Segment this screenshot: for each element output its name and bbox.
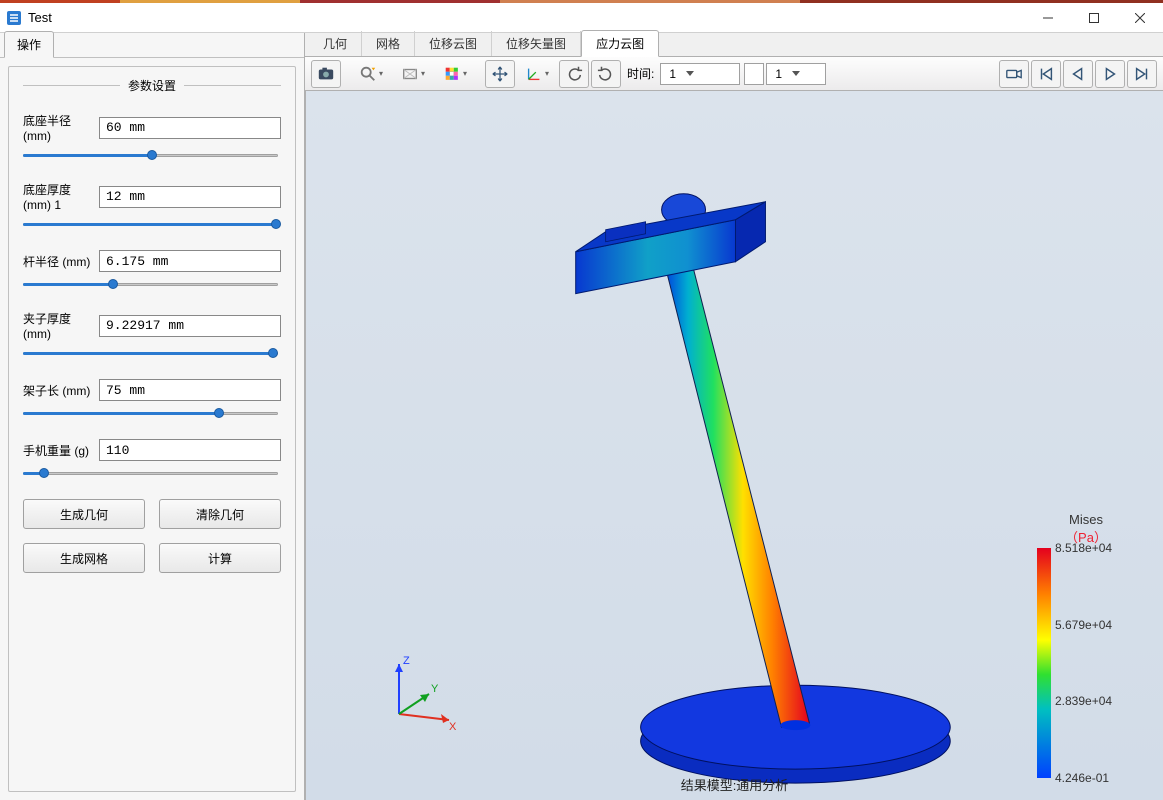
- time-label: 时间:: [627, 65, 654, 82]
- left-tab-row: 操作: [0, 34, 304, 58]
- param-label: 底座半径 (mm): [23, 112, 99, 143]
- svg-text:Z: Z: [403, 655, 410, 667]
- snapshot-button[interactable]: [311, 60, 341, 88]
- close-button[interactable]: [1117, 3, 1163, 32]
- legend-title: Mises: [1069, 512, 1103, 527]
- slider-clip-thickness[interactable]: [23, 347, 281, 361]
- time-frame-select[interactable]: 1: [766, 63, 826, 85]
- right-panel: 几何 网格 位移云图 位移矢量图 应力云图 ▾ ▾: [305, 33, 1163, 800]
- transparency-dropdown[interactable]: ▾: [393, 60, 433, 88]
- param-frame-length: 架子长 (mm): [23, 379, 281, 421]
- param-input-clip-thickness[interactable]: [99, 315, 281, 337]
- param-rod-radius: 杆半径 (mm): [23, 250, 281, 292]
- time-aux-box[interactable]: [744, 63, 764, 85]
- svg-text:X: X: [449, 721, 457, 732]
- zoom-dropdown[interactable]: ▾: [351, 60, 391, 88]
- prev-frame-button[interactable]: [1063, 60, 1093, 88]
- legend-tick: 4.246e-01: [1055, 771, 1109, 785]
- pan-button[interactable]: [485, 60, 515, 88]
- param-label: 手机重量 (g): [23, 442, 99, 459]
- tab-disp-contour[interactable]: 位移云图: [415, 31, 492, 56]
- titlebar: Test: [0, 3, 1163, 33]
- slider-frame-length[interactable]: [23, 407, 281, 421]
- svg-text:Y: Y: [431, 683, 439, 695]
- compute-button[interactable]: 计算: [159, 543, 281, 573]
- legend-ticks: 8.518e+04 5.679e+04 2.839e+04 4.246e-01: [1055, 548, 1135, 778]
- param-input-phone-weight[interactable]: [99, 439, 281, 461]
- clear-geometry-button[interactable]: 清除几何: [159, 499, 281, 529]
- time-select[interactable]: 1: [660, 63, 740, 85]
- slider-base-thickness[interactable]: [23, 218, 281, 232]
- right-tab-row: 几何 网格 位移云图 位移矢量图 应力云图: [305, 33, 1163, 57]
- generate-geometry-button[interactable]: 生成几何: [23, 499, 145, 529]
- colormap-dropdown[interactable]: ▾: [435, 60, 475, 88]
- section-divider: [23, 85, 120, 86]
- rotate-left-button[interactable]: [559, 60, 589, 88]
- param-input-base-thickness[interactable]: [99, 186, 281, 208]
- param-phone-weight: 手机重量 (g): [23, 439, 281, 481]
- param-input-frame-length[interactable]: [99, 379, 281, 401]
- window-top-strip: [0, 0, 1163, 3]
- tab-geometry[interactable]: 几何: [309, 31, 362, 56]
- app-icon: [6, 10, 22, 26]
- rotate-right-button[interactable]: [591, 60, 621, 88]
- generate-mesh-button[interactable]: 生成网格: [23, 543, 145, 573]
- viewport-toolbar: ▾ ▾ ▾ ▾: [305, 57, 1163, 91]
- param-label: 夹子厚度 (mm): [23, 310, 99, 341]
- param-base-thickness: 底座厚度 (mm) 1: [23, 181, 281, 232]
- slider-base-radius[interactable]: [23, 149, 281, 163]
- record-button[interactable]: [999, 60, 1029, 88]
- chevron-down-icon: [792, 71, 800, 76]
- legend-tick: 8.518e+04: [1055, 541, 1112, 555]
- param-clip-thickness: 夹子厚度 (mm): [23, 310, 281, 361]
- legend-tick: 5.679e+04: [1055, 618, 1112, 632]
- param-label: 杆半径 (mm): [23, 253, 99, 270]
- tab-stress-contour[interactable]: 应力云图: [581, 30, 659, 57]
- legend-tick: 2.839e+04: [1055, 694, 1112, 708]
- param-input-rod-radius[interactable]: [99, 250, 281, 272]
- time-frame-value: 1: [775, 67, 782, 81]
- param-label: 架子长 (mm): [23, 382, 99, 399]
- window-title: Test: [28, 10, 1025, 25]
- param-base-radius: 底座半径 (mm): [23, 112, 281, 163]
- minimize-button[interactable]: [1025, 3, 1071, 32]
- legend-colorbar: [1037, 548, 1051, 778]
- first-frame-button[interactable]: [1031, 60, 1061, 88]
- axes-dropdown[interactable]: ▾: [517, 60, 557, 88]
- color-legend: Mises （Pa） 8.518e+04 5.679e+04 2.839e+04…: [1037, 512, 1135, 778]
- section-title: 参数设置: [120, 77, 184, 94]
- tab-disp-vector[interactable]: 位移矢量图: [492, 31, 581, 56]
- slider-phone-weight[interactable]: [23, 467, 281, 481]
- time-select-value: 1: [669, 67, 676, 81]
- last-frame-button[interactable]: [1127, 60, 1157, 88]
- tab-mesh[interactable]: 网格: [362, 31, 415, 56]
- left-panel: 操作 参数设置 底座半径 (mm): [0, 33, 305, 800]
- viewport-3d[interactable]: Z X Y 结果模型:通用分析 Mises （Pa） 8.518e+04 5.6…: [305, 91, 1163, 800]
- orientation-triad: Z X Y: [381, 652, 461, 732]
- section-divider: [184, 85, 281, 86]
- left-tab-operate[interactable]: 操作: [4, 31, 54, 58]
- slider-rod-radius[interactable]: [23, 278, 281, 292]
- param-input-base-radius[interactable]: [99, 117, 281, 139]
- chevron-down-icon: [686, 71, 694, 76]
- left-panel-body: 参数设置 底座半径 (mm) 底座厚度 (mm) 1: [8, 66, 296, 792]
- result-model-label: 结果模型:通用分析: [681, 775, 789, 794]
- maximize-button[interactable]: [1071, 3, 1117, 32]
- play-button[interactable]: [1095, 60, 1125, 88]
- param-label: 底座厚度 (mm) 1: [23, 181, 99, 212]
